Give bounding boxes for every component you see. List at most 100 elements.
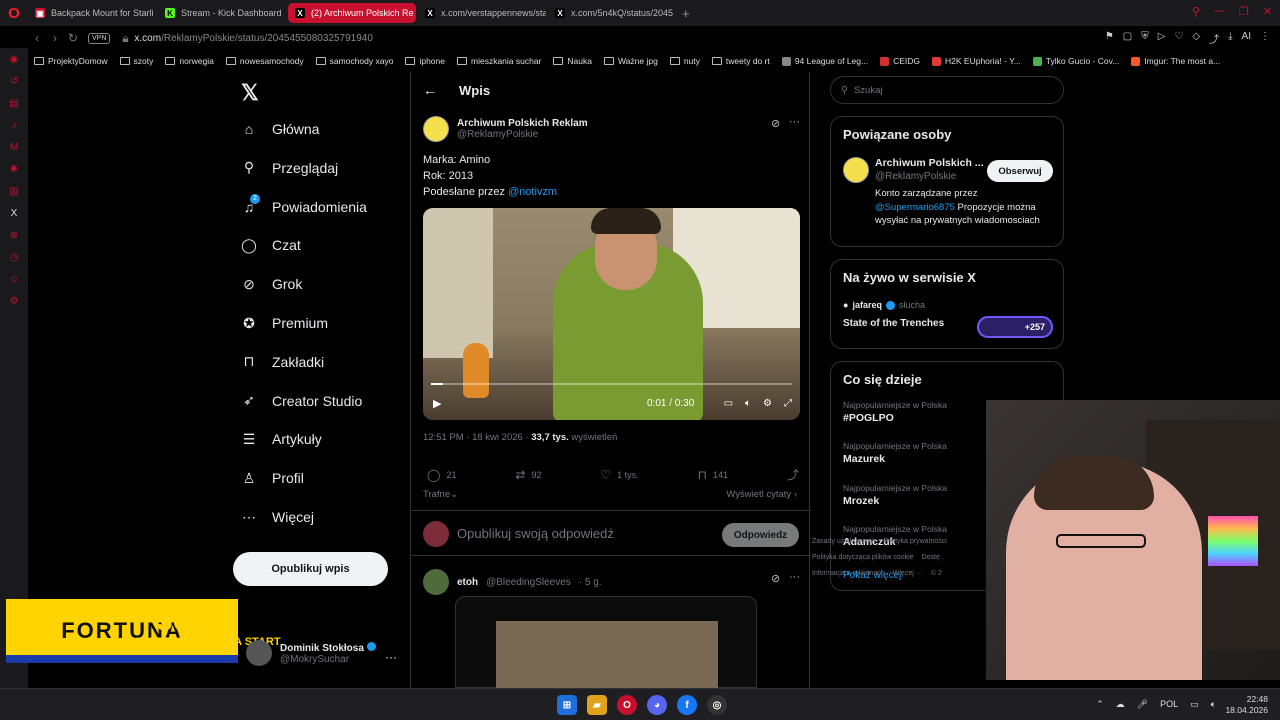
- bookmark-item[interactable]: nowesamochody: [225, 56, 304, 66]
- download-icon[interactable]: ⤓: [1228, 31, 1232, 46]
- opera-icon[interactable]: O: [617, 695, 637, 715]
- reply-media[interactable]: [455, 596, 757, 689]
- listeners-badge[interactable]: +257: [977, 316, 1053, 338]
- bookmark-item[interactable]: CEIDG: [880, 56, 920, 66]
- view-quotes-link[interactable]: Wyświetl cytaty ›: [726, 489, 797, 500]
- reply-grok-icon[interactable]: ⊘: [771, 572, 780, 585]
- bookmark-item[interactable]: tweety do rt: [711, 56, 770, 66]
- discord-icon[interactable]: ◕: [647, 695, 667, 715]
- extensions-icon[interactable]: ◇: [1192, 31, 1200, 46]
- footer-link[interactable]: Więcej ···: [893, 566, 923, 582]
- x-icon[interactable]: X: [0, 202, 28, 224]
- vpn-badge[interactable]: VPN: [88, 32, 111, 44]
- start-icon[interactable]: ⊞: [557, 695, 577, 715]
- captions-icon[interactable]: ▭: [724, 398, 733, 409]
- reply-button[interactable]: Odpowiedz: [722, 523, 799, 547]
- browser-tab[interactable]: Xx.com/verstappennews/sta: [418, 3, 546, 23]
- mention-link[interactable]: @notivzm: [508, 186, 557, 198]
- reload-icon[interactable]: ↻: [64, 31, 82, 45]
- account-switcher[interactable]: Dominik Stokłosa @MokrySuchar: [246, 640, 376, 666]
- new-tab-plus-icon[interactable]: +: [682, 6, 690, 21]
- menu-icon[interactable]: ⋮: [1260, 31, 1270, 46]
- lock-icon[interactable]: 🔒︎: [116, 31, 134, 46]
- video-player[interactable]: ▶ 0:01 / 0:30 ▭ 🔈︎ ⚙ ⤢: [423, 208, 800, 420]
- volume-icon[interactable]: 🔈︎: [745, 398, 751, 409]
- bookmark-item[interactable]: szoty: [119, 56, 153, 66]
- related-avatar[interactable]: [843, 157, 869, 183]
- pin-icon[interactable]: ⚑: [1105, 31, 1114, 46]
- nav-item-grok[interactable]: ⊘ Grok: [240, 275, 302, 293]
- footer-link[interactable]: Zasady użytkowania: [812, 534, 875, 550]
- post-button[interactable]: Opublikuj wpis: [233, 552, 388, 586]
- back-icon[interactable]: ‹: [28, 31, 46, 45]
- explorer-icon[interactable]: ▰: [587, 695, 607, 715]
- grok-explain-icon[interactable]: ⊘: [771, 117, 780, 130]
- live-host[interactable]: ● jafareq słucha: [843, 300, 925, 310]
- reply-action[interactable]: ◯ 21: [427, 466, 456, 483]
- bookmark-action[interactable]: ⊓ 141: [698, 466, 728, 483]
- browser-tab[interactable]: Xx.com/5n4kQ/status/2045: [548, 3, 676, 23]
- video-progress-bar[interactable]: [431, 383, 792, 385]
- video-settings-icon[interactable]: ⚙: [763, 398, 772, 409]
- clock-icon[interactable]: ◷: [0, 246, 28, 268]
- tweet-author[interactable]: Archiwum Polskich Reklam @ReklamyPolskie: [423, 116, 588, 142]
- bookmark-item[interactable]: Tylko Gucio - Cov...: [1032, 56, 1119, 66]
- footer-link[interactable]: Dostę: [922, 550, 940, 566]
- messenger-icon[interactable]: ◉: [0, 48, 28, 70]
- tray-arrow-icon[interactable]: ⌃: [1096, 699, 1104, 710]
- nav-item-article[interactable]: ☰ Artykuły: [240, 430, 322, 448]
- search-tabs-icon[interactable]: ⚲: [1192, 5, 1200, 18]
- bookmark-item[interactable]: mieszkania suchar: [457, 56, 541, 66]
- chatgpt-icon[interactable]: ✺: [0, 158, 28, 180]
- reply-handle[interactable]: @BleedingSleeves: [486, 577, 571, 588]
- browser-tab[interactable]: K Stream - Kick Dashboard: [158, 3, 286, 23]
- wallet-icon[interactable]: ▤: [0, 92, 28, 114]
- bookmark-item[interactable]: 94 League of Leg...: [781, 56, 868, 66]
- play-icon[interactable]: ▶: [433, 397, 441, 410]
- bookmark-item[interactable]: iphone: [405, 56, 445, 66]
- language-indicator[interactable]: POL: [1160, 699, 1178, 710]
- like-action[interactable]: ♡ 1 tys.: [600, 466, 638, 483]
- opera-logo-icon[interactable]: O: [0, 0, 28, 26]
- related-handle[interactable]: @ReklamyPolskie: [875, 171, 956, 182]
- author-name[interactable]: Archiwum Polskich Reklam: [457, 118, 588, 129]
- bookmark-item[interactable]: Ważne jpg: [603, 56, 658, 66]
- author-avatar[interactable]: [423, 116, 449, 142]
- shield-icon[interactable]: ⛨: [1141, 31, 1149, 46]
- bookmark-item[interactable]: samochody xayo: [315, 56, 393, 66]
- share-action[interactable]: ⤴: [787, 466, 799, 483]
- reply-author[interactable]: etoh @BleedingSleeves · 5 g.: [423, 569, 602, 595]
- maximize-icon[interactable]: ❐: [1239, 5, 1249, 18]
- person-icon[interactable]: ☺: [0, 268, 28, 290]
- snapshot-icon[interactable]: ▢: [1123, 31, 1132, 46]
- nav-item-rocket[interactable]: ➶ Creator Studio: [240, 392, 362, 410]
- browser-tab[interactable]: ▣ Backpack Mount for Starli: [28, 3, 156, 23]
- author-handle[interactable]: @ReklamyPolskie: [457, 129, 588, 140]
- bookmark-item[interactable]: H2K EUphoria! - Y...: [932, 56, 1021, 66]
- sort-dropdown[interactable]: Trafne⌄: [423, 489, 458, 500]
- close-icon[interactable]: ✕: [1263, 5, 1272, 18]
- fullscreen-icon[interactable]: ⤢: [784, 398, 792, 409]
- nav-item-premium[interactable]: ✪ Premium: [240, 314, 328, 332]
- footer-link[interactable]: © 2: [931, 566, 942, 582]
- network-icon[interactable]: ▭: [1190, 699, 1199, 710]
- nav-item-chat[interactable]: ◯ Czat: [240, 236, 301, 254]
- x-logo-icon[interactable]: 𝕏: [241, 80, 259, 106]
- nav-item-bookmark[interactable]: ⊓ Zakładki: [240, 353, 325, 371]
- bookmark-item[interactable]: Imgur: The most a...: [1131, 56, 1220, 66]
- repost-action[interactable]: ⇄ 92: [515, 466, 541, 483]
- bookmark-item[interactable]: norwegia: [165, 56, 214, 66]
- twitch-icon[interactable]: ▥: [0, 180, 28, 202]
- browser-tab[interactable]: X (2) Archiwum Polskich Re: [288, 3, 416, 23]
- url-field[interactable]: x.com/ReklamyPolskie/status/204545508032…: [134, 33, 373, 44]
- post-more-icon[interactable]: ···: [789, 116, 800, 128]
- footer-link[interactable]: Informacja o reklamach: [812, 566, 885, 582]
- ai-button[interactable]: AI: [1242, 31, 1251, 46]
- cloud-icon[interactable]: ☁: [1116, 699, 1125, 710]
- trend-item[interactable]: Najpopularniejsze w Polska Mrozek: [843, 483, 947, 507]
- footer-link[interactable]: Polityka prywatności: [883, 534, 946, 550]
- trend-item[interactable]: Najpopularniejsze w Polska #POGLPO: [843, 400, 947, 424]
- nav-item-bell[interactable]: ♫ Powiadomienia 2: [240, 193, 367, 216]
- mic-icon[interactable]: 🎤︎: [1137, 699, 1148, 710]
- post-timestamp[interactable]: 12:51 PM · 18 kwi 2026 ·: [423, 432, 531, 443]
